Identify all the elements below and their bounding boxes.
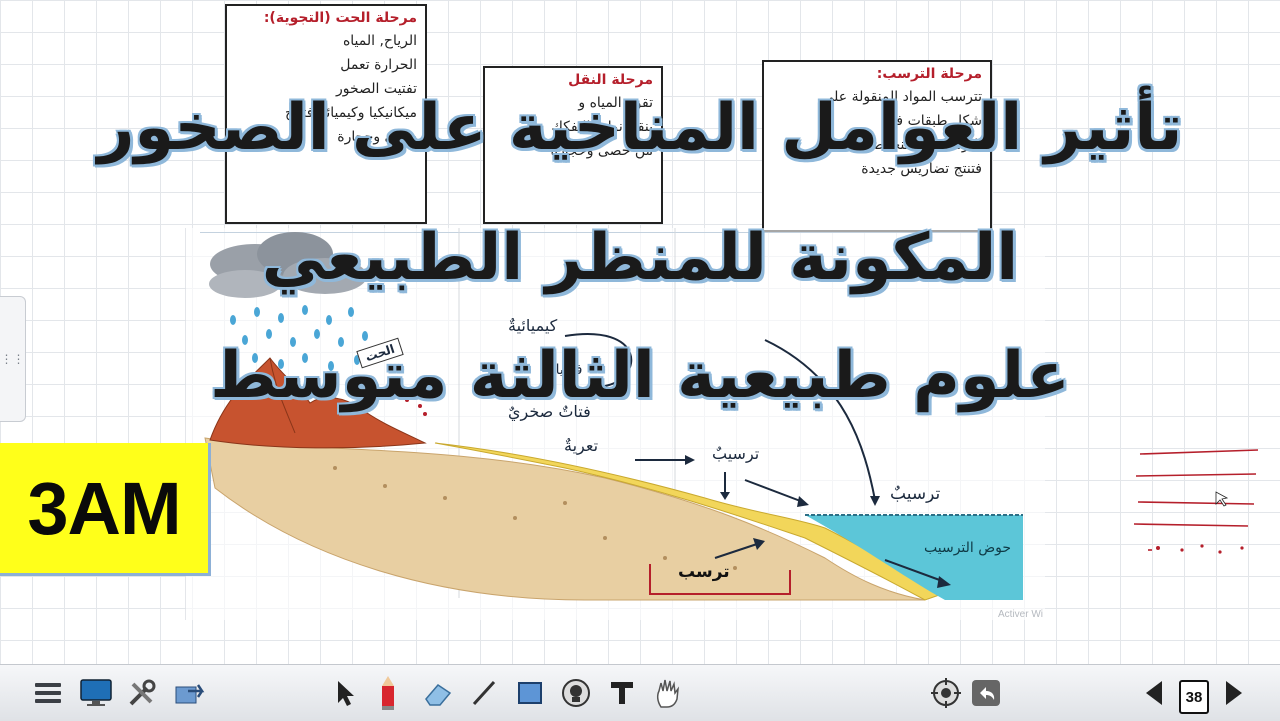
undo-icon[interactable] xyxy=(966,673,1006,713)
weathering-line: الرياح, المياه xyxy=(342,33,417,49)
rectangle-icon[interactable] xyxy=(510,673,550,713)
eraser-icon[interactable] xyxy=(418,673,458,713)
weathering-stage-title: مرحلة الحت (التجوية): xyxy=(263,10,417,26)
title-line-1: تأثير العوامل المناخية على الصخور xyxy=(97,91,1183,165)
basin-label: حوض الترسيب xyxy=(924,540,1012,556)
pointer-icon[interactable] xyxy=(326,673,366,713)
deposition-stage-title: مرحلة الترسب: xyxy=(876,66,982,82)
level-badge-text: 3AM xyxy=(27,466,181,550)
spotlight-icon[interactable] xyxy=(556,673,596,713)
title-line-2: المكونة للمنظر الطبيعي xyxy=(261,221,1019,295)
transport-stage-title: مرحلة النقل xyxy=(568,72,653,88)
bottom-toolbar xyxy=(0,664,1280,721)
annotation-scribbles xyxy=(1133,449,1259,554)
page-number-text: 38 xyxy=(1185,688,1203,706)
chemical-label: كيميائيةٌ xyxy=(508,316,558,335)
deposition-label-1: ترسيبٌ xyxy=(712,444,760,463)
monitor-icon[interactable] xyxy=(76,673,116,713)
page-number[interactable]: 38 xyxy=(1179,680,1209,714)
activation-watermark: Activer Wi xyxy=(998,609,1043,620)
prev-page-icon[interactable] xyxy=(1134,673,1174,713)
deposition-label-2: ترسيبٌ xyxy=(890,484,941,504)
erosion-label: تعريةٌ xyxy=(564,436,599,455)
menu-icon[interactable] xyxy=(28,673,68,713)
pencil-icon[interactable] xyxy=(368,673,408,713)
hand-icon[interactable] xyxy=(648,673,688,713)
tools-icon[interactable] xyxy=(122,673,162,713)
export-icon[interactable] xyxy=(170,673,210,713)
next-page-icon[interactable] xyxy=(1214,673,1254,713)
text-icon[interactable] xyxy=(602,673,642,713)
line-icon[interactable] xyxy=(464,673,504,713)
target-icon[interactable] xyxy=(926,673,966,713)
sediment-label: ترسب xyxy=(678,562,730,582)
weathering-line: الحرارة تعمل xyxy=(340,57,417,73)
level-badge: 3AM xyxy=(0,443,211,576)
title-line-3: علوم طبيعية الثالثة متوسط xyxy=(210,339,1070,413)
